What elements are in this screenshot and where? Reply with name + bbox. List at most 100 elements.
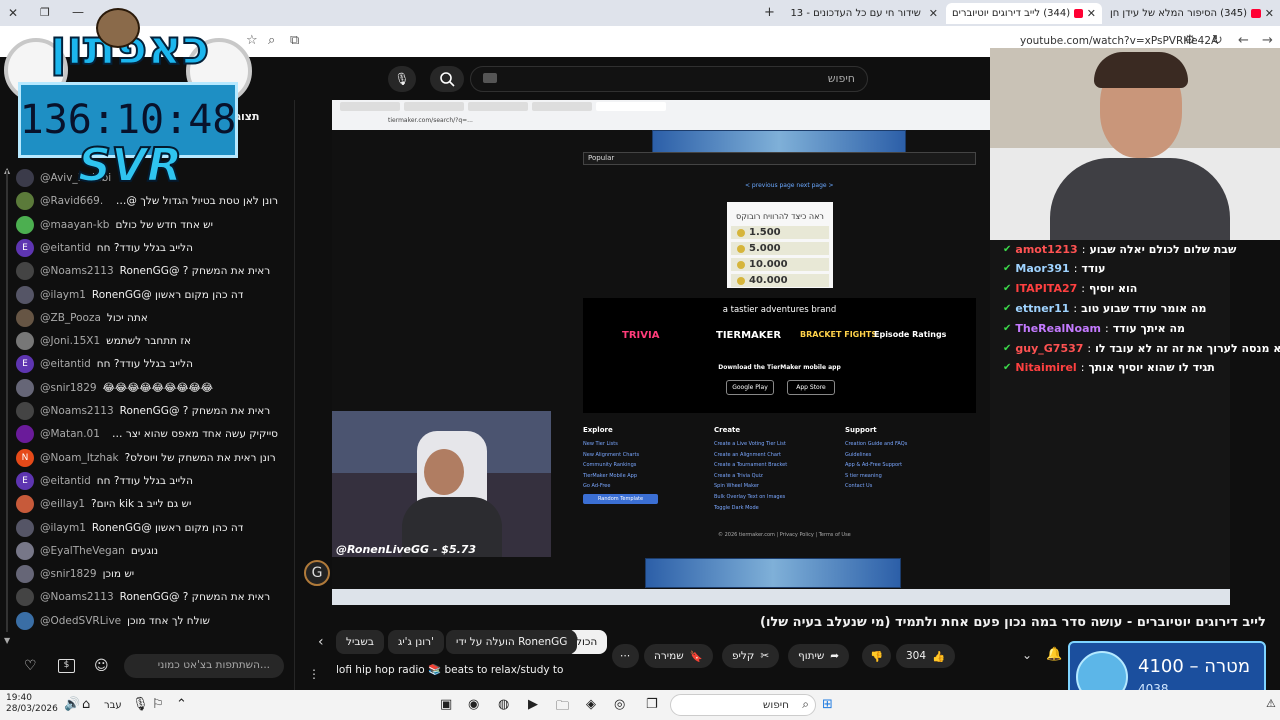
avatar[interactable] bbox=[16, 518, 34, 537]
chat-scrollbar[interactable] bbox=[6, 170, 8, 632]
avatar[interactable] bbox=[16, 378, 34, 397]
dislike-button[interactable]: 👎 bbox=[862, 644, 892, 668]
footer-link[interactable]: Contact Us bbox=[845, 481, 965, 492]
avatar[interactable]: E bbox=[16, 355, 34, 374]
trivia-logo[interactable]: TRIVIA bbox=[622, 330, 659, 341]
bookmark-star-icon[interactable]: ☆ bbox=[246, 33, 258, 48]
file-explorer-icon[interactable]: 🗀 bbox=[556, 697, 569, 719]
chat-input[interactable]: השתתפות בצ'אט כמוני... bbox=[124, 654, 284, 678]
task-view-icon[interactable]: ❐ bbox=[646, 697, 658, 712]
chrome-icon[interactable]: ◎ bbox=[614, 697, 625, 712]
chat-username[interactable]: @eitantid bbox=[40, 475, 91, 487]
footer-link[interactable]: Create a Live Voting Tier List bbox=[714, 439, 834, 450]
chat-username[interactable]: @Joni.15X1 bbox=[40, 335, 100, 347]
volume-icon[interactable]: 🔊 bbox=[64, 697, 80, 712]
footer-link[interactable]: Go Ad-Free bbox=[583, 481, 703, 492]
save-button[interactable]: שמירה 🔖 bbox=[644, 644, 713, 668]
close-tab-icon[interactable]: ✕ bbox=[1265, 7, 1274, 20]
related-video-title[interactable]: lofi hip hop radio 📚 beats to relax/stud… bbox=[336, 663, 566, 689]
footer-link[interactable]: New Alignment Charts bbox=[583, 450, 703, 461]
app-store-button[interactable]: App Store bbox=[787, 380, 835, 395]
close-tab-icon[interactable]: ✕ bbox=[1087, 7, 1096, 20]
avatar[interactable] bbox=[16, 308, 34, 327]
like-button[interactable]: 304 👍 bbox=[896, 644, 956, 668]
footer-link[interactable]: Community Rankings bbox=[583, 460, 703, 471]
search-input[interactable]: חיפוש bbox=[470, 66, 868, 92]
chat-username[interactable]: @Matan.01 bbox=[40, 428, 100, 440]
media-player-icon[interactable]: ▶ bbox=[528, 697, 538, 712]
notification-icon[interactable]: ⚠ bbox=[1266, 697, 1276, 710]
episode-ratings-logo[interactable]: Episode Ratings bbox=[874, 330, 946, 339]
footer-link[interactable]: Toggle Dark Mode bbox=[714, 503, 834, 514]
footer-link[interactable]: Create an Alignment Chart bbox=[714, 450, 834, 461]
avatar[interactable] bbox=[16, 495, 34, 514]
footer-link[interactable]: S tier meaning bbox=[845, 471, 965, 482]
taskbar-clock[interactable]: 19:40 28/03/2026 bbox=[6, 693, 58, 715]
chat-username[interactable]: @Ravid669. bbox=[40, 195, 103, 207]
tab-live-updates[interactable]: ✕ שידור חי עם כל העדכונים - 13 bbox=[786, 3, 944, 24]
chip-ronen[interactable]: רונן ג'יג' bbox=[388, 630, 444, 654]
microphone-icon[interactable]: 🎙 bbox=[132, 697, 149, 712]
avatar[interactable] bbox=[16, 402, 34, 420]
avatar[interactable] bbox=[16, 541, 34, 560]
avatar[interactable]: E bbox=[16, 471, 34, 490]
footer-link[interactable]: New Tier Lists bbox=[583, 439, 703, 450]
footer-link[interactable]: Spin Wheel Maker bbox=[714, 481, 834, 492]
taskbar-app-icon[interactable]: ◈ bbox=[586, 697, 596, 712]
network-icon[interactable]: ⌂ bbox=[82, 697, 90, 712]
keyboard-icon[interactable] bbox=[483, 73, 497, 83]
footer-link[interactable]: Create a Trivia Quiz bbox=[714, 471, 834, 482]
language-indicator[interactable]: עבר bbox=[104, 700, 122, 711]
cruise-ad-bottom[interactable] bbox=[645, 558, 901, 588]
chat-username[interactable]: @ZB_Pooza bbox=[40, 312, 101, 324]
footer-link[interactable]: Bulk Overlay Text on Images bbox=[714, 492, 834, 503]
chat-username[interactable]: @Noams2113 bbox=[40, 265, 114, 277]
discord-icon[interactable]: ◍ bbox=[498, 697, 509, 712]
chat-username[interactable]: @ilaym1 bbox=[40, 522, 86, 534]
clip-button[interactable]: קליפ ✂ bbox=[722, 644, 780, 668]
taskbar-app-icon[interactable]: ▣ bbox=[440, 697, 452, 712]
bell-icon[interactable]: 🔔 bbox=[1046, 647, 1062, 662]
chat-username[interactable]: @snir1829 bbox=[40, 568, 97, 580]
chat-username[interactable]: @OdedSVRLive bbox=[40, 615, 121, 627]
close-tab-icon[interactable]: ✕ bbox=[929, 7, 938, 20]
chat-username[interactable]: @snir1829 bbox=[40, 382, 97, 394]
footer-link[interactable]: App & Ad-Free Support bbox=[845, 460, 965, 471]
footer-link[interactable]: Create a Tournament Bracket bbox=[714, 460, 834, 471]
back-icon[interactable]: → bbox=[1262, 33, 1273, 48]
avatar[interactable] bbox=[16, 611, 34, 630]
google-play-button[interactable]: Google Play bbox=[726, 380, 774, 395]
chevron-down-icon[interactable]: ⌄ bbox=[1022, 648, 1032, 662]
chat-scroll-down-icon[interactable]: ▼ bbox=[4, 636, 10, 645]
maximize-icon[interactable]: ❐ bbox=[40, 6, 50, 19]
random-template-button[interactable]: Random Template bbox=[583, 494, 658, 504]
more-vertical-icon[interactable]: ⋮ bbox=[308, 667, 320, 681]
footer-link[interactable]: Creation Guide and FAQs bbox=[845, 439, 965, 450]
chevron-left-icon[interactable]: ‹ bbox=[318, 634, 324, 650]
chip-for-you[interactable]: בשביל bbox=[336, 630, 384, 654]
taskbar-search[interactable]: חיפוש ⌕ bbox=[670, 694, 816, 716]
super-chat-icon[interactable]: $ bbox=[58, 659, 75, 673]
chat-username[interactable]: @Noams2113 bbox=[40, 591, 114, 603]
close-window-icon[interactable]: ✕ bbox=[8, 6, 18, 20]
bracket-fights-logo[interactable]: BRACKET FIGHTS bbox=[800, 330, 877, 339]
share-button[interactable]: שיתוף ➦ bbox=[788, 644, 850, 668]
chat-username[interactable]: @ilaym1 bbox=[40, 289, 86, 301]
extensions-icon[interactable]: ⧉ bbox=[290, 33, 299, 48]
voice-search-button[interactable]: 🎙 bbox=[388, 66, 416, 92]
footer-link[interactable]: TierMaker Mobile App bbox=[583, 471, 703, 482]
new-tab-icon[interactable]: + bbox=[764, 5, 775, 20]
chat-username[interactable]: @eitantid bbox=[40, 242, 91, 254]
search-button[interactable] bbox=[430, 66, 464, 92]
chat-username[interactable]: @eitantid bbox=[40, 358, 91, 370]
avatar[interactable] bbox=[16, 332, 34, 351]
tiermaker-logo[interactable]: TIERMAKER bbox=[716, 330, 781, 341]
chat-username[interactable]: @Noams2113 bbox=[40, 405, 114, 417]
tab-idan-chen[interactable]: ✕ (345) הסיפור המלא של עידן חן bbox=[1104, 3, 1280, 24]
windows-start-icon[interactable]: ⊞ bbox=[822, 697, 833, 712]
taskbar-app-icon[interactable]: ◉ bbox=[468, 697, 479, 712]
avatar[interactable]: E bbox=[16, 238, 34, 257]
avatar[interactable]: N bbox=[16, 448, 34, 467]
more-actions-button[interactable]: ⋯ bbox=[612, 644, 639, 668]
tray-icon[interactable]: ⚐ bbox=[152, 697, 164, 712]
